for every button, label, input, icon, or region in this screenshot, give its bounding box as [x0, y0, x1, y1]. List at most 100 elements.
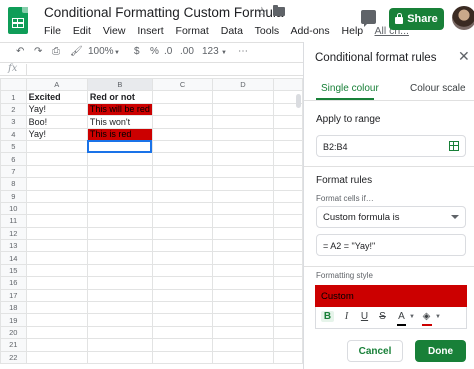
cell[interactable]	[151, 139, 214, 154]
cell[interactable]	[272, 214, 303, 228]
menu-file[interactable]: File	[44, 25, 61, 37]
document-title[interactable]: Conditional Formatting Custom Formula	[44, 5, 283, 20]
decrease-decimal-button[interactable]: .0	[164, 46, 172, 57]
cell[interactable]	[212, 127, 274, 141]
folder-icon[interactable]	[273, 5, 285, 16]
tab-colour-scale[interactable]: Colour scale	[410, 83, 466, 94]
range-input[interactable]: B2:B4	[316, 135, 466, 157]
menu-view[interactable]: View	[103, 25, 126, 37]
cell[interactable]	[25, 214, 88, 228]
more-icon[interactable]: ⋯	[238, 46, 248, 57]
cell[interactable]	[151, 301, 214, 315]
star-icon[interactable]: ☆	[256, 4, 268, 20]
redo-icon[interactable]: ↷	[34, 46, 42, 57]
cell[interactable]	[86, 189, 153, 203]
avatar[interactable]	[452, 6, 474, 30]
cell[interactable]	[86, 201, 153, 216]
cell[interactable]	[212, 90, 274, 104]
row-header[interactable]: 6	[0, 152, 27, 166]
cell[interactable]	[272, 288, 303, 303]
cell[interactable]	[25, 139, 88, 154]
cell[interactable]	[272, 313, 303, 327]
cell[interactable]	[25, 251, 88, 265]
text-color-button[interactable]: A	[395, 311, 408, 326]
cell[interactable]	[151, 263, 214, 278]
cell[interactable]	[272, 139, 303, 154]
fill-color-icon[interactable]: ◈	[420, 311, 433, 326]
cell-b2[interactable]: This will be red	[86, 102, 153, 117]
cell[interactable]	[272, 239, 303, 253]
cell[interactable]	[212, 301, 274, 315]
row-header[interactable]: 5	[0, 139, 27, 154]
cancel-button[interactable]: Cancel	[347, 340, 403, 362]
row-header[interactable]: 15	[0, 263, 27, 278]
cell[interactable]	[212, 164, 274, 179]
cell[interactable]	[272, 177, 303, 191]
cell[interactable]	[25, 177, 88, 191]
cell[interactable]	[212, 276, 274, 290]
cell[interactable]	[151, 201, 214, 216]
cell-b1[interactable]: Red or not	[86, 90, 153, 104]
cell[interactable]	[272, 301, 303, 315]
cell[interactable]	[151, 102, 214, 117]
cell[interactable]	[212, 338, 274, 352]
cell[interactable]	[86, 276, 153, 290]
cell[interactable]	[212, 189, 274, 203]
tab-single-colour[interactable]: Single colour	[321, 83, 379, 94]
cell[interactable]	[86, 288, 153, 303]
cell[interactable]	[151, 338, 214, 352]
condition-select[interactable]: Custom formula is	[316, 206, 466, 228]
cell[interactable]	[272, 127, 303, 141]
cell[interactable]	[25, 338, 88, 352]
column-header[interactable]: C	[151, 78, 214, 92]
cell[interactable]	[212, 201, 274, 216]
row-header[interactable]: 11	[0, 214, 27, 228]
row-header[interactable]: 9	[0, 189, 27, 203]
row-header[interactable]: 18	[0, 301, 27, 315]
cell[interactable]	[151, 288, 214, 303]
menu-insert[interactable]: Insert	[137, 25, 163, 37]
cell[interactable]	[272, 152, 303, 166]
cell[interactable]	[212, 251, 274, 265]
column-header[interactable]: D	[212, 78, 274, 92]
cell[interactable]	[272, 251, 303, 265]
cell[interactable]	[212, 350, 274, 365]
done-button[interactable]: Done	[415, 340, 466, 362]
cell[interactable]	[151, 313, 214, 327]
cell[interactable]	[151, 164, 214, 179]
row-header[interactable]: 7	[0, 164, 27, 179]
cell[interactable]	[212, 325, 274, 340]
style-preview[interactable]: Custom	[315, 285, 467, 307]
row-header[interactable]: 19	[0, 313, 27, 327]
cell[interactable]	[86, 251, 153, 265]
currency-button[interactable]: $	[134, 46, 140, 57]
cell[interactable]	[272, 325, 303, 340]
menu-tools[interactable]: Tools	[255, 25, 280, 37]
cell-a1[interactable]: Excited	[25, 90, 88, 104]
cell[interactable]	[25, 301, 88, 315]
cell[interactable]	[25, 164, 88, 179]
cell[interactable]	[151, 325, 214, 340]
cell[interactable]	[86, 164, 153, 179]
menu-data[interactable]: Data	[221, 25, 243, 37]
cell[interactable]	[86, 325, 153, 340]
cell[interactable]	[272, 276, 303, 290]
menu-addons[interactable]: Add-ons	[291, 25, 330, 37]
formula-input[interactable]: = A2 = "Yay!"	[316, 234, 466, 256]
column-header[interactable]: B	[86, 78, 153, 92]
cell[interactable]	[151, 239, 214, 253]
row-header[interactable]: 3	[0, 115, 27, 129]
cell[interactable]	[212, 239, 274, 253]
cell[interactable]	[86, 214, 153, 228]
row-header[interactable]: 14	[0, 251, 27, 265]
cell[interactable]	[151, 189, 214, 203]
row-header[interactable]: 2	[0, 102, 27, 117]
column-header[interactable]	[272, 78, 303, 92]
cell[interactable]	[151, 115, 214, 129]
cell[interactable]	[151, 350, 214, 365]
menu-edit[interactable]: Edit	[73, 25, 91, 37]
zoom-select[interactable]: 100%	[88, 46, 114, 57]
cell[interactable]	[212, 177, 274, 191]
column-header[interactable]: A	[25, 78, 88, 92]
cell[interactable]	[86, 177, 153, 191]
